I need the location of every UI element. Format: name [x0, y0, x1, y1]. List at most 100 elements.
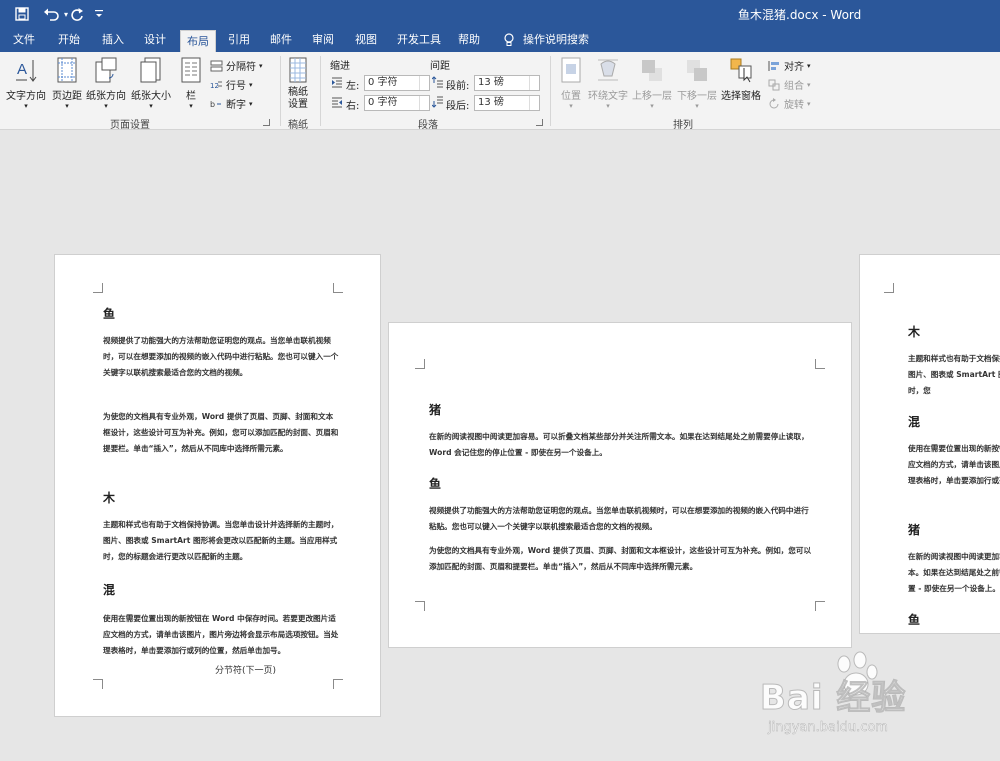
dropdown-arrow-icon: ▾ [24, 102, 28, 110]
heading-zhu[interactable]: 猪 [429, 401, 441, 418]
send-backward-button[interactable]: 下移一层 ▾ [677, 56, 717, 110]
margin-corner-mark [333, 679, 343, 689]
tab-file[interactable]: 文件 [13, 28, 35, 52]
page-setup-group-label: 页面设置 [110, 120, 150, 131]
heading-yu[interactable]: 鱼 [908, 611, 920, 628]
heading-mu[interactable]: 木 [908, 323, 920, 340]
group-separator [550, 56, 551, 126]
page-right[interactable]: 木 主题和样式也有助于文档保持协调。当您单击设计并选择新的主题时，图片、图表或 … [859, 254, 1000, 634]
tab-review[interactable]: 审阅 [312, 28, 334, 52]
spacing-after-input[interactable]: 13 磅 [474, 95, 540, 111]
line-numbers-button[interactable]: 12 行号 ▾ [210, 77, 253, 93]
tell-me-search[interactable]: 操作说明搜索 [503, 28, 589, 52]
align-button[interactable]: 对齐 ▾ [768, 58, 811, 73]
heading-mu[interactable]: 木 [103, 489, 115, 506]
paragraph[interactable]: 视频提供了功能强大的方法帮助您证明您的观点。当您单击联机视频时，可以在想要添加的… [103, 333, 339, 397]
watermark-url: jingyan.baidu.com [768, 720, 888, 736]
spacing-after-label: 段后: [446, 101, 470, 112]
wrap-text-button[interactable]: 环绕文字 ▾ [588, 56, 628, 110]
dropdown-arrow-icon: ▾ [104, 102, 108, 110]
dropdown-arrow-icon: ▾ [189, 102, 193, 110]
paragraph[interactable]: 在新的阅读视图中阅读更加容易。可以折叠文档某些部分并关注所需文本。如果在达到结尾… [908, 549, 1000, 597]
paragraph[interactable]: 为使您的文档具有专业外观，Word 提供了页眉、页脚、封面和文本框设计，这些设计… [429, 543, 815, 575]
group-icon [768, 79, 780, 90]
page-size-icon [140, 57, 161, 83]
paragraph[interactable]: 主题和样式也有助于文档保持协调。当您单击设计并选择新的主题时，图片、图表或 Sm… [103, 517, 339, 565]
spacing-after-icon [432, 96, 443, 108]
baidu-watermark: Bai 经验 jingyan.baidu.com [759, 650, 990, 750]
columns-button[interactable]: 栏 ▾ [178, 56, 204, 110]
paragraph[interactable]: 主题和样式也有助于文档保持协调。当您单击设计并选择新的主题时，图片、图表或 Sm… [908, 351, 1000, 399]
tab-references[interactable]: 引用 [228, 28, 250, 52]
heading-hun[interactable]: 混 [908, 413, 920, 430]
orientation-icon [95, 57, 117, 83]
svg-text:12: 12 [210, 82, 219, 90]
selection-pane-icon [730, 58, 752, 83]
margin-corner-mark [93, 679, 103, 689]
manuscript-group-label: 稿纸 [288, 120, 308, 131]
indent-left-label: 左: [346, 81, 360, 92]
paragraph[interactable]: 为使您的文档具有专业外观，Word 提供了页眉、页脚、封面和文本框设计，这些设计… [103, 409, 339, 473]
size-button[interactable]: 纸张大小 ▾ [131, 56, 171, 110]
page-setup-launcher-icon[interactable] [263, 119, 270, 126]
heading-yu[interactable]: 鱼 [429, 475, 441, 492]
dropdown-arrow-icon: ▾ [149, 102, 153, 110]
orientation-button[interactable]: 纸张方向 ▾ [86, 56, 126, 110]
spacing-before-icon [432, 76, 443, 88]
tab-design[interactable]: 设计 [144, 28, 166, 52]
margin-corner-mark [93, 283, 103, 293]
indent-left-input[interactable]: 0 字符 [364, 75, 430, 91]
ribbon-tabs: 文件 开始 插入 设计 布局 引用 邮件 审阅 视图 开发工具 帮助 操作说明搜… [0, 28, 1000, 52]
text-direction-button[interactable]: A 文字方向 ▾ [6, 56, 46, 110]
indent-right-label: 右: [346, 101, 360, 112]
customize-quick-access-icon[interactable] [92, 4, 106, 24]
document-title: 鱼木混猪.docx - Word [738, 8, 862, 22]
breaks-button[interactable]: 分隔符 ▾ [210, 58, 263, 73]
heading-yu[interactable]: 鱼 [103, 305, 115, 322]
redo-icon[interactable] [68, 4, 86, 24]
tab-insert[interactable]: 插入 [102, 28, 124, 52]
margin-corner-mark [333, 283, 343, 293]
margin-corner-mark [815, 359, 825, 369]
spacing-header: 间距 [430, 61, 450, 72]
tab-mailings[interactable]: 邮件 [270, 28, 292, 52]
tab-view[interactable]: 视图 [355, 28, 377, 52]
align-icon [768, 60, 779, 71]
tab-home[interactable]: 开始 [58, 28, 80, 52]
tab-developer[interactable]: 开发工具 [397, 28, 441, 52]
ribbon: A 文字方向 ▾ 页边距 ▾ 纸张方向 ▾ 纸张大小 ▾ 栏 ▾ 分隔符 ▾ 12… [0, 52, 1000, 131]
rotate-icon [769, 97, 779, 108]
svg-text:b: b [210, 100, 215, 109]
watermark-text: Bai 经验 [759, 678, 907, 719]
page-middle[interactable]: 猪 在新的阅读视图中阅读更加容易。可以折叠文档某些部分并关注所需文本。如果在达到… [388, 322, 852, 648]
spacing-before-input[interactable]: 13 磅 [474, 75, 540, 91]
tab-layout[interactable]: 布局 [180, 30, 216, 52]
heading-zhu[interactable]: 猪 [908, 521, 920, 538]
line-numbers-icon: 12 [210, 81, 222, 90]
heading-hun[interactable]: 混 [103, 581, 115, 598]
paragraph-launcher-icon[interactable] [536, 119, 543, 126]
margin-corner-mark [415, 601, 425, 611]
margin-corner-mark [415, 359, 425, 369]
send-backward-icon [687, 60, 707, 81]
margins-button[interactable]: 页边距 ▾ [52, 56, 82, 110]
paragraph[interactable]: 使用在需要位置出现的新按钮在 Word 中保存时间。若要更改图片适应文档的方式，… [908, 441, 1000, 505]
selection-pane-button[interactable]: 选择窗格 [721, 56, 761, 102]
paragraph[interactable]: 在新的阅读视图中阅读更加容易。可以折叠文档某些部分并关注所需文本。如果在达到结尾… [429, 429, 815, 461]
arrange-group-label: 排列 [673, 120, 693, 131]
tab-help[interactable]: 帮助 [458, 28, 480, 52]
rotate-button[interactable]: 旋转 ▾ [768, 96, 811, 111]
indent-right-input[interactable]: 0 字符 [364, 95, 430, 111]
page-left[interactable]: 鱼 视频提供了功能强大的方法帮助您证明您的观点。当您单击联机视频时，可以在想要添… [54, 254, 381, 717]
paragraph[interactable]: 视频提供了功能强大的方法帮助您证明您的观点。当您单击联机视频时，可以在想要添加的… [429, 503, 815, 535]
manuscript-settings-button[interactable]: 稿纸 设置 [285, 56, 311, 111]
position-button[interactable]: 位置 ▾ [558, 56, 584, 110]
group-separator [320, 56, 321, 126]
group-button[interactable]: 组合 ▾ [768, 77, 811, 92]
save-icon[interactable] [12, 4, 32, 24]
manuscript-icon [289, 57, 307, 83]
hyphenation-button[interactable]: b 断字 ▾ [210, 96, 253, 112]
undo-icon[interactable] [40, 4, 64, 24]
margins-icon [57, 57, 77, 83]
bring-forward-button[interactable]: 上移一层 ▾ [632, 56, 672, 110]
